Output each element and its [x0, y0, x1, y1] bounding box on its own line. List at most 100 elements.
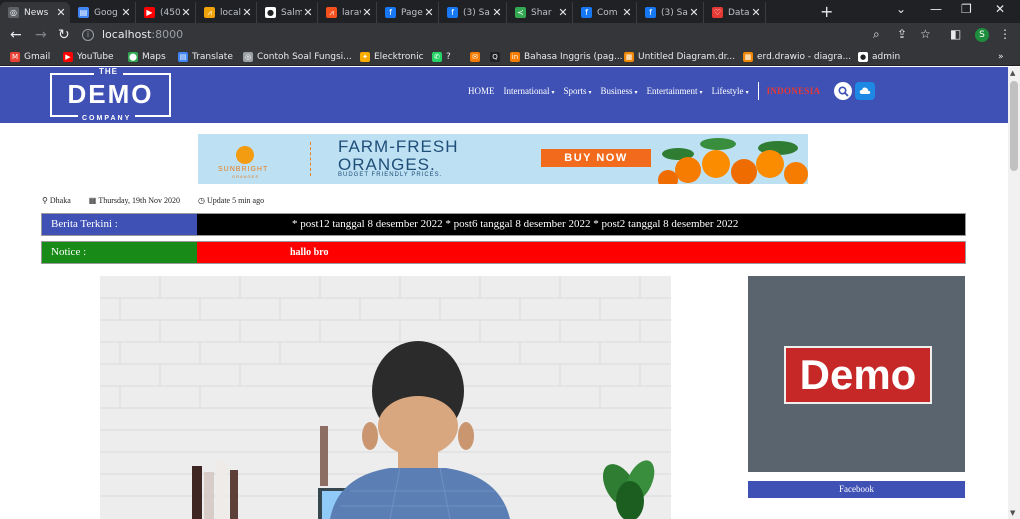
zoom-icon[interactable]: ⌕: [873, 27, 880, 42]
browser-tab[interactable]: ● Salm ✕: [257, 2, 318, 23]
sunbright-logo-icon: [236, 146, 254, 164]
chevron-down-icon: ▾: [699, 90, 703, 96]
browser-tab[interactable]: ▤ Goog ✕: [70, 2, 136, 23]
tab-search-icon[interactable]: ⌄: [896, 2, 906, 16]
bookmark-item[interactable]: ▦ Untitled Diagram.dr...: [624, 49, 735, 64]
browser-tab[interactable]: ▶ (450)✕: [136, 2, 196, 23]
site-logo[interactable]: THE DEMO COMPANY: [50, 67, 171, 122]
bookmark-favicon-icon: ⬤: [128, 51, 138, 62]
tab-favicon-icon: f: [645, 7, 656, 18]
close-window-button[interactable]: ✕: [995, 2, 1005, 16]
bookmark-label: ?: [446, 51, 451, 62]
browser-tab[interactable]: ♡ Data ✕: [704, 2, 766, 23]
forward-icon[interactable]: →: [35, 26, 47, 44]
bookmark-item[interactable]: ▶ YouTube: [63, 49, 114, 64]
tab-close-icon[interactable]: ✕: [241, 6, 253, 19]
new-tab-button[interactable]: +: [820, 3, 833, 21]
nav-item-lifestyle[interactable]: Lifestyle ▾: [712, 86, 749, 96]
notice-text: hallo bro: [290, 247, 329, 258]
bookmark-favicon-icon: Q: [490, 51, 500, 62]
location-text: Dhaka: [49, 196, 71, 205]
tab-title: News: [24, 7, 49, 18]
bookmark-label: Untitled Diagram.dr...: [638, 51, 736, 62]
maximize-button[interactable]: ❐: [961, 2, 972, 16]
tab-close-icon[interactable]: ✕: [688, 6, 700, 19]
bookmark-label: Contoh Soal Fungsi...: [257, 51, 352, 62]
tab-title: Goog: [94, 7, 118, 18]
browser-tab[interactable]: f (3) Sa ✕: [439, 2, 507, 23]
back-icon[interactable]: ←: [10, 26, 22, 44]
tab-close-icon[interactable]: ✕: [621, 6, 633, 19]
bookmark-item[interactable]: in Bahasa Inggris (pag...: [510, 49, 623, 64]
tab-close-icon[interactable]: ✕: [423, 6, 435, 19]
scroll-down-arrow-icon[interactable]: ▼: [1010, 509, 1015, 517]
page-scrollbar[interactable]: ▲ ▼: [1008, 67, 1020, 519]
tab-close-icon[interactable]: ✕: [55, 6, 67, 19]
nav-item-home[interactable]: HOME: [468, 86, 495, 96]
tab-close-icon[interactable]: ✕: [750, 6, 762, 19]
facebook-button[interactable]: Facebook: [748, 481, 965, 498]
cloud-icon[interactable]: [855, 82, 876, 100]
scrollbar-thumb[interactable]: [1010, 81, 1018, 171]
minimize-button[interactable]: —: [930, 2, 942, 16]
browser-tab[interactable]: ◎ News ✕: [0, 2, 70, 23]
bookmark-favicon-icon: ●: [858, 51, 868, 62]
address-bar[interactable]: i localhost:8000: [82, 26, 950, 44]
browser-tab[interactable]: f (3) Sa ✕: [637, 2, 704, 23]
nav-item-label: Business: [600, 86, 633, 96]
sidebar-ad[interactable]: Demo: [748, 276, 965, 472]
ticker-text[interactable]: * post12 tanggal 8 desember 2022 * post6…: [292, 214, 738, 235]
banner-divider: [310, 142, 311, 176]
bookmark-item[interactable]: ● admin: [858, 49, 900, 64]
browser-tab[interactable]: f Com ✕: [573, 2, 637, 23]
bookmark-item[interactable]: ◎ Contoh Soal Fungsi...: [243, 49, 352, 64]
bookmark-label: YouTube: [77, 51, 114, 62]
tab-close-icon[interactable]: ✕: [180, 6, 192, 19]
language-switch[interactable]: INDONESIA: [767, 86, 821, 96]
bookmark-label: Bahasa Inggris (pag...: [524, 51, 623, 62]
tab-close-icon[interactable]: ✕: [120, 6, 132, 19]
bookmark-item[interactable]: M Gmail: [10, 49, 50, 64]
nav-item-sports[interactable]: Sports ▾: [564, 86, 592, 96]
tab-favicon-icon: ●: [265, 7, 276, 18]
tab-close-icon[interactable]: ✕: [557, 6, 569, 19]
bookmark-item[interactable]: ⬤ Maps: [128, 49, 166, 64]
browser-tab[interactable]: f Page ✕: [377, 2, 439, 23]
bookmarks-overflow-icon[interactable]: »: [998, 49, 1004, 64]
nav-item-label: Sports: [563, 86, 587, 96]
advertisement-banner[interactable]: SUNBRIGHT ORANGES FARM-FRESH ORANGES. BU…: [198, 134, 808, 184]
bookmark-item[interactable]: ✦ Elecktronic: [360, 49, 424, 64]
profile-avatar[interactable]: S: [975, 28, 989, 42]
logo-top-text: THE: [94, 67, 123, 76]
update: ◷ Update 5 min ago: [198, 196, 273, 205]
browser-tab[interactable]: ⩘ local ✕: [196, 2, 257, 23]
bookmark-star-icon[interactable]: ☆: [920, 27, 931, 41]
web-page: THE DEMO COMPANY HOME International ▾ Sport…: [0, 67, 1008, 519]
bookmark-item[interactable]: ▦ erd.drawio - diagra...: [743, 49, 851, 64]
buy-now-button[interactable]: BUY NOW: [541, 149, 651, 167]
tab-close-icon[interactable]: ✕: [491, 6, 503, 19]
tab-close-icon[interactable]: ✕: [302, 6, 314, 19]
nav-item-entertainment[interactable]: Entertainment ▾: [647, 86, 703, 96]
browser-tab[interactable]: ⩘ larav✕: [318, 2, 377, 23]
site-info-icon[interactable]: i: [82, 29, 94, 41]
bookmark-item[interactable]: ▤ Translate: [178, 49, 233, 64]
scroll-up-arrow-icon[interactable]: ▲: [1010, 69, 1015, 77]
bookmark-item[interactable]: Q: [490, 49, 504, 64]
browser-tab[interactable]: ≺ Shar ✕: [507, 2, 573, 23]
banner-headline: FARM-FRESH ORANGES.: [338, 138, 459, 174]
sidepanel-icon[interactable]: ◧: [950, 27, 961, 41]
reload-icon[interactable]: ↻: [58, 26, 70, 44]
bookmark-item[interactable]: ✉: [470, 49, 484, 64]
bookmark-label: Elecktronic: [374, 51, 424, 62]
share-icon[interactable]: ⇪: [897, 27, 907, 41]
bookmark-item[interactable]: ✆?: [432, 49, 451, 64]
search-icon[interactable]: [834, 82, 853, 100]
tab-close-icon[interactable]: ✕: [361, 6, 373, 19]
hero-image[interactable]: [100, 276, 671, 519]
tab-favicon-icon: ♡: [712, 7, 723, 18]
menu-kebab-icon[interactable]: ⋮: [999, 27, 1011, 41]
nav-item-international[interactable]: International ▾: [504, 86, 555, 96]
logo-bottom-text: COMPANY: [78, 115, 136, 122]
nav-item-business[interactable]: Business ▾: [601, 86, 638, 96]
